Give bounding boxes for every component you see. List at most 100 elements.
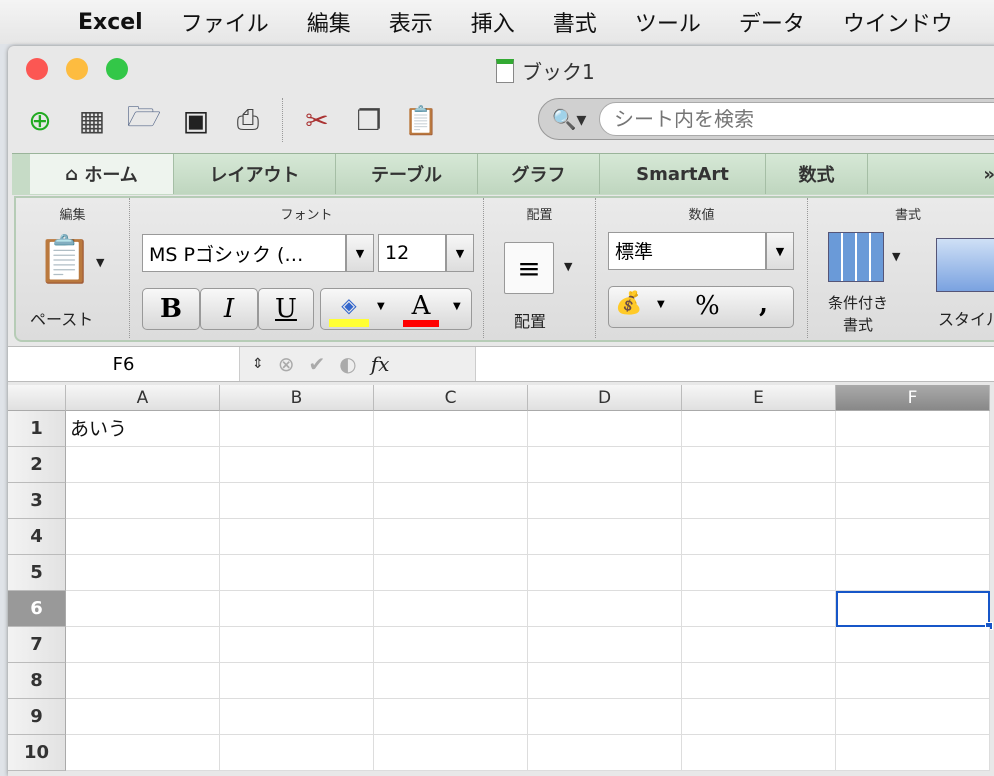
cell-D3[interactable] xyxy=(528,483,682,519)
paste-button[interactable]: ペースト xyxy=(30,306,93,330)
search-icon[interactable]: 🔍▾ xyxy=(539,107,599,131)
fx-icon[interactable]: fx xyxy=(371,352,390,376)
formula-input[interactable] xyxy=(476,347,994,381)
cell-C4[interactable] xyxy=(374,519,528,555)
cell-E3[interactable] xyxy=(682,483,836,519)
font-size-dropdown[interactable]: ▼ xyxy=(446,234,474,272)
cell-C1[interactable] xyxy=(374,411,528,447)
search-input[interactable] xyxy=(599,102,994,136)
tab-home[interactable]: ⌂ ホーム xyxy=(30,154,174,194)
menu-file[interactable]: ファイル xyxy=(181,6,269,38)
column-header-E[interactable]: E xyxy=(682,385,836,411)
cell-F8[interactable] xyxy=(836,663,990,699)
bold-button[interactable]: B xyxy=(142,288,200,330)
font-name-dropdown[interactable]: ▼ xyxy=(346,234,374,272)
row-header-8[interactable]: 8 xyxy=(8,663,66,699)
row-header-6[interactable]: 6 xyxy=(8,591,66,627)
cell-A3[interactable] xyxy=(66,483,220,519)
row-header-7[interactable]: 7 xyxy=(8,627,66,663)
select-all-corner[interactable] xyxy=(8,385,66,411)
cell-F9[interactable] xyxy=(836,699,990,735)
cell-D4[interactable] xyxy=(528,519,682,555)
underline-button[interactable]: U xyxy=(258,288,314,330)
name-box-stepper[interactable]: ⇕ xyxy=(252,356,264,372)
cell-A6[interactable] xyxy=(66,591,220,627)
open-icon[interactable]: 🗁 xyxy=(126,100,162,140)
column-header-C[interactable]: C xyxy=(374,385,528,411)
cell-E8[interactable] xyxy=(682,663,836,699)
align-dropdown-icon[interactable]: ▼ xyxy=(564,260,572,273)
conditional-format-dropdown[interactable]: ▼ xyxy=(892,250,900,263)
copy-icon[interactable]: ❐ xyxy=(351,100,387,140)
paste-icon[interactable]: 📋 xyxy=(403,100,439,140)
row-header-9[interactable]: 9 xyxy=(8,699,66,735)
enter-icon[interactable]: ✔ xyxy=(309,352,326,376)
cell-F7[interactable] xyxy=(836,627,990,663)
cell-E6[interactable] xyxy=(682,591,836,627)
cell-D9[interactable] xyxy=(528,699,682,735)
cell-E5[interactable] xyxy=(682,555,836,591)
cell-D5[interactable] xyxy=(528,555,682,591)
conditional-format-icon[interactable] xyxy=(828,232,884,282)
cell-C3[interactable] xyxy=(374,483,528,519)
row-header-2[interactable]: 2 xyxy=(8,447,66,483)
cell-E9[interactable] xyxy=(682,699,836,735)
cell-B7[interactable] xyxy=(220,627,374,663)
cell-E7[interactable] xyxy=(682,627,836,663)
cell-C6[interactable] xyxy=(374,591,528,627)
align-button[interactable]: 配置 xyxy=(514,308,546,332)
cancel-icon[interactable]: ⊗ xyxy=(278,352,295,376)
menu-format[interactable]: 書式 xyxy=(553,6,597,38)
tab-charts[interactable]: グラフ xyxy=(478,154,600,194)
row-header-1[interactable]: 1 xyxy=(8,411,66,447)
tab-tables[interactable]: テーブル xyxy=(336,154,478,194)
close-button[interactable] xyxy=(26,58,48,80)
cell-D1[interactable] xyxy=(528,411,682,447)
number-format-field[interactable]: 標準 xyxy=(608,232,766,270)
styles-button[interactable]: スタイル xyxy=(938,306,994,330)
menu-tools[interactable]: ツール xyxy=(635,6,701,38)
menu-view[interactable]: 表示 xyxy=(389,6,433,38)
cell-B9[interactable] xyxy=(220,699,374,735)
menu-window[interactable]: ウインドウ xyxy=(843,6,953,38)
new-workbook-icon[interactable]: ⊕ xyxy=(22,100,58,140)
cell-F2[interactable] xyxy=(836,447,990,483)
styles-icon[interactable] xyxy=(936,238,994,292)
tab-overflow[interactable]: » xyxy=(868,154,994,194)
cell-F6[interactable] xyxy=(836,591,990,627)
cell-A2[interactable] xyxy=(66,447,220,483)
font-color-dropdown[interactable]: ▼ xyxy=(453,301,461,312)
tab-layout[interactable]: レイアウト xyxy=(174,154,336,194)
italic-button[interactable]: I xyxy=(200,288,258,330)
cell-B3[interactable] xyxy=(220,483,374,519)
cell-D7[interactable] xyxy=(528,627,682,663)
cell-C7[interactable] xyxy=(374,627,528,663)
fill-color-icon[interactable]: ◈ xyxy=(329,293,369,327)
conditional-format-button[interactable]: 条件付き 書式 xyxy=(828,292,888,336)
cell-A9[interactable] xyxy=(66,699,220,735)
paste-dropdown-icon[interactable]: ▼ xyxy=(96,256,104,269)
cell-E4[interactable] xyxy=(682,519,836,555)
cell-F4[interactable] xyxy=(836,519,990,555)
cell-A4[interactable] xyxy=(66,519,220,555)
cell-A7[interactable] xyxy=(66,627,220,663)
column-header-D[interactable]: D xyxy=(528,385,682,411)
column-header-F[interactable]: F xyxy=(836,385,990,411)
menu-insert[interactable]: 挿入 xyxy=(471,6,515,38)
cell-B6[interactable] xyxy=(220,591,374,627)
cell-A1[interactable]: あいう xyxy=(66,411,220,447)
row-header-3[interactable]: 3 xyxy=(8,483,66,519)
zoom-button[interactable] xyxy=(106,58,128,80)
cell-E2[interactable] xyxy=(682,447,836,483)
cell-D8[interactable] xyxy=(528,663,682,699)
name-box[interactable]: F6 xyxy=(8,347,240,381)
fill-color-dropdown[interactable]: ▼ xyxy=(377,301,385,312)
cell-B8[interactable] xyxy=(220,663,374,699)
column-header-A[interactable]: A xyxy=(66,385,220,411)
paste-clipboard-icon[interactable]: 📋 xyxy=(36,232,93,287)
cell-C2[interactable] xyxy=(374,447,528,483)
cell-C5[interactable] xyxy=(374,555,528,591)
align-icon[interactable]: ≡ xyxy=(504,242,554,294)
minimize-button[interactable] xyxy=(66,58,88,80)
number-format-dropdown[interactable]: ▼ xyxy=(766,232,794,270)
